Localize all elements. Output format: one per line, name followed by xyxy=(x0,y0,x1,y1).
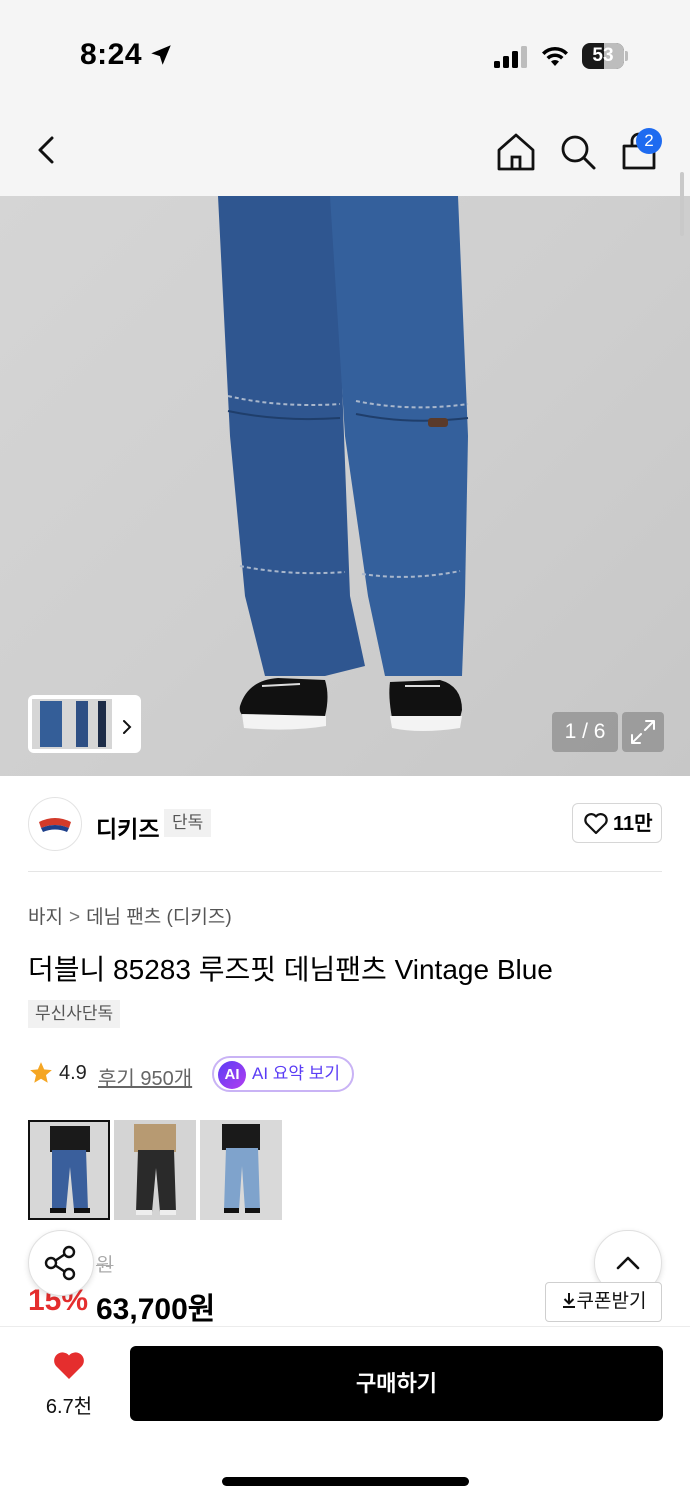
expand-icon xyxy=(631,720,655,744)
battery-icon: 53 xyxy=(582,43,628,69)
review-count-link[interactable]: 후기 950개 xyxy=(98,1062,192,1091)
breadcrumb-subcategory[interactable]: 데님 팬츠 (디키즈) xyxy=(86,907,232,928)
color-thumbnail xyxy=(30,1122,108,1218)
brand-like-button[interactable]: 11만 xyxy=(572,803,662,843)
star-icon xyxy=(30,1062,52,1083)
color-option-2[interactable] xyxy=(114,1120,196,1220)
share-button[interactable] xyxy=(28,1230,94,1296)
buy-button[interactable]: 구매하기 xyxy=(130,1346,663,1421)
expand-button[interactable] xyxy=(622,712,664,752)
ai-summary-button[interactable]: AI AI 요약 보기 xyxy=(212,1056,354,1092)
color-option-1[interactable] xyxy=(28,1120,110,1220)
chevron-right-icon[interactable] xyxy=(118,718,136,736)
ai-icon: AI xyxy=(218,1061,246,1089)
brand-name[interactable]: 디키즈 xyxy=(96,810,159,844)
ai-summary-label: AI 요약 보기 xyxy=(252,1064,341,1083)
brand-like-count: 11만 xyxy=(613,813,653,835)
breadcrumb-category[interactable]: 바지 xyxy=(28,907,63,928)
status-bar: 8:24 53 xyxy=(0,0,690,100)
sale-price: 63,700원 xyxy=(96,1293,216,1326)
jeans-photo xyxy=(218,196,469,731)
color-option-3[interactable] xyxy=(200,1120,282,1220)
search-icon[interactable] xyxy=(556,130,600,174)
location-arrow-icon xyxy=(151,45,171,65)
back-icon[interactable] xyxy=(30,130,66,170)
breadcrumb: 바지 > 데님 팬츠 (디키즈) xyxy=(28,902,232,929)
product-title: 더블니 85283 루즈핏 데님팬츠 Vintage Blue xyxy=(28,954,553,985)
download-icon xyxy=(562,1293,575,1308)
color-thumbnail xyxy=(200,1120,282,1220)
product-main-image[interactable] xyxy=(0,196,690,776)
color-thumbnail xyxy=(114,1120,196,1220)
divider xyxy=(28,871,662,872)
breadcrumb-separator: > xyxy=(68,907,81,928)
exclusive-badge: 무신사단독 xyxy=(28,1000,121,1028)
coupon-button[interactable]: 쿠폰받기 xyxy=(545,1282,662,1322)
wishlist-count: 6.7천 xyxy=(45,1396,93,1418)
home-icon[interactable] xyxy=(494,130,538,174)
gallery-thumbnail xyxy=(32,699,112,749)
battery-level: 53 xyxy=(592,45,614,66)
scroll-indicator xyxy=(680,172,684,236)
heart-outline-icon xyxy=(584,813,608,835)
signal-icon xyxy=(494,46,527,68)
cart-count-badge: 2 xyxy=(636,128,662,154)
image-counter: 1 / 6 xyxy=(552,712,618,752)
brand-exclusive-tag: 단독 xyxy=(164,809,212,837)
brand-logo[interactable] xyxy=(28,797,82,851)
coupon-label: 쿠폰받기 xyxy=(576,1291,647,1312)
dickies-logo xyxy=(39,818,71,832)
home-indicator xyxy=(222,1477,469,1486)
wifi-icon xyxy=(542,46,568,66)
heart-filled-icon[interactable] xyxy=(52,1350,86,1382)
share-icon xyxy=(44,1245,76,1281)
rating-value: 4.9 xyxy=(59,1062,87,1084)
status-time: 8:24 xyxy=(80,38,143,71)
original-price: 원 xyxy=(96,1255,114,1276)
